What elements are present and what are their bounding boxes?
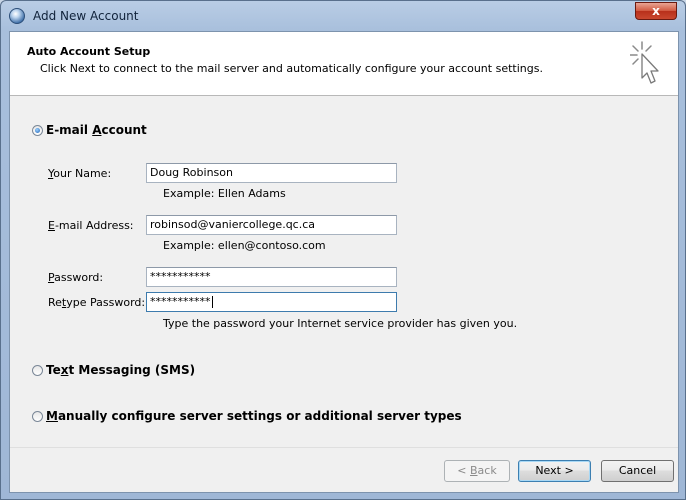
next-button[interactable]: Next > [518,460,591,482]
email-account-label-post: ccount [101,123,147,137]
retype-password-value: *********** [150,295,211,308]
email-account-label-pre: E-mail [46,123,93,137]
retype-password-label-pre: Re [48,296,62,309]
text-messaging-label-pre: Te [46,363,61,377]
password-label-post: assword: [54,271,104,284]
your-name-label-post: our Name: [53,167,112,180]
click-cursor-icon [630,41,659,84]
email-address-label-accel: E [48,219,55,232]
your-name-label: Your Name: [48,167,111,180]
manual-configure-label[interactable]: Manually configure server settings or ad… [46,409,462,423]
text-caret [211,296,213,308]
your-name-input[interactable]: Doug Robinson [146,163,397,183]
manual-configure-label-post: anually configure server settings or add… [57,409,462,423]
wizard-header: Auto Account Setup Click Next to connect… [10,32,678,96]
close-icon: x [652,4,660,18]
text-messaging-radio[interactable] [32,365,43,376]
manual-configure-radio[interactable] [32,411,43,422]
close-button[interactable]: x [635,2,677,20]
dialog-content: Auto Account Setup Click Next to connect… [9,31,679,493]
retype-password-label: Retype Password: [48,296,145,309]
email-address-label-post: -mail Address: [54,219,134,232]
email-address-input[interactable]: robinsod@vaniercollege.qc.ca [146,215,397,235]
title-bar[interactable]: Add New Account x [1,1,685,31]
back-label-post: ack [477,464,497,477]
cancel-button[interactable]: Cancel [601,460,674,482]
header-title: Auto Account Setup [27,45,151,58]
back-button[interactable]: < Back [444,460,510,482]
outlook-app-icon [9,8,25,24]
password-label: Password: [48,271,103,284]
retype-password-input[interactable]: *********** [146,292,397,312]
text-messaging-label[interactable]: Text Messaging (SMS) [46,363,195,377]
email-address-example: Example: ellen@contoso.com [163,239,326,252]
email-address-label: E-mail Address: [48,219,134,232]
manual-configure-label-accel: M [46,409,58,423]
password-input[interactable]: *********** [146,267,397,287]
footer-divider [10,447,678,448]
back-label-pre: < [457,464,470,477]
password-hint: Type the password your Internet service … [163,317,518,330]
add-new-account-window: Add New Account x Auto Account Setup Cli… [0,0,686,500]
text-messaging-label-post: t Messaging (SMS) [68,363,196,377]
email-account-radio[interactable] [32,125,43,136]
header-description: Click Next to connect to the mail server… [40,62,543,75]
back-label-accel: B [470,464,478,477]
retype-password-label-post: ype Password: [66,296,146,309]
window-title: Add New Account [33,9,139,23]
email-account-label[interactable]: E-mail Account [46,123,147,137]
your-name-example: Example: Ellen Adams [163,187,286,200]
